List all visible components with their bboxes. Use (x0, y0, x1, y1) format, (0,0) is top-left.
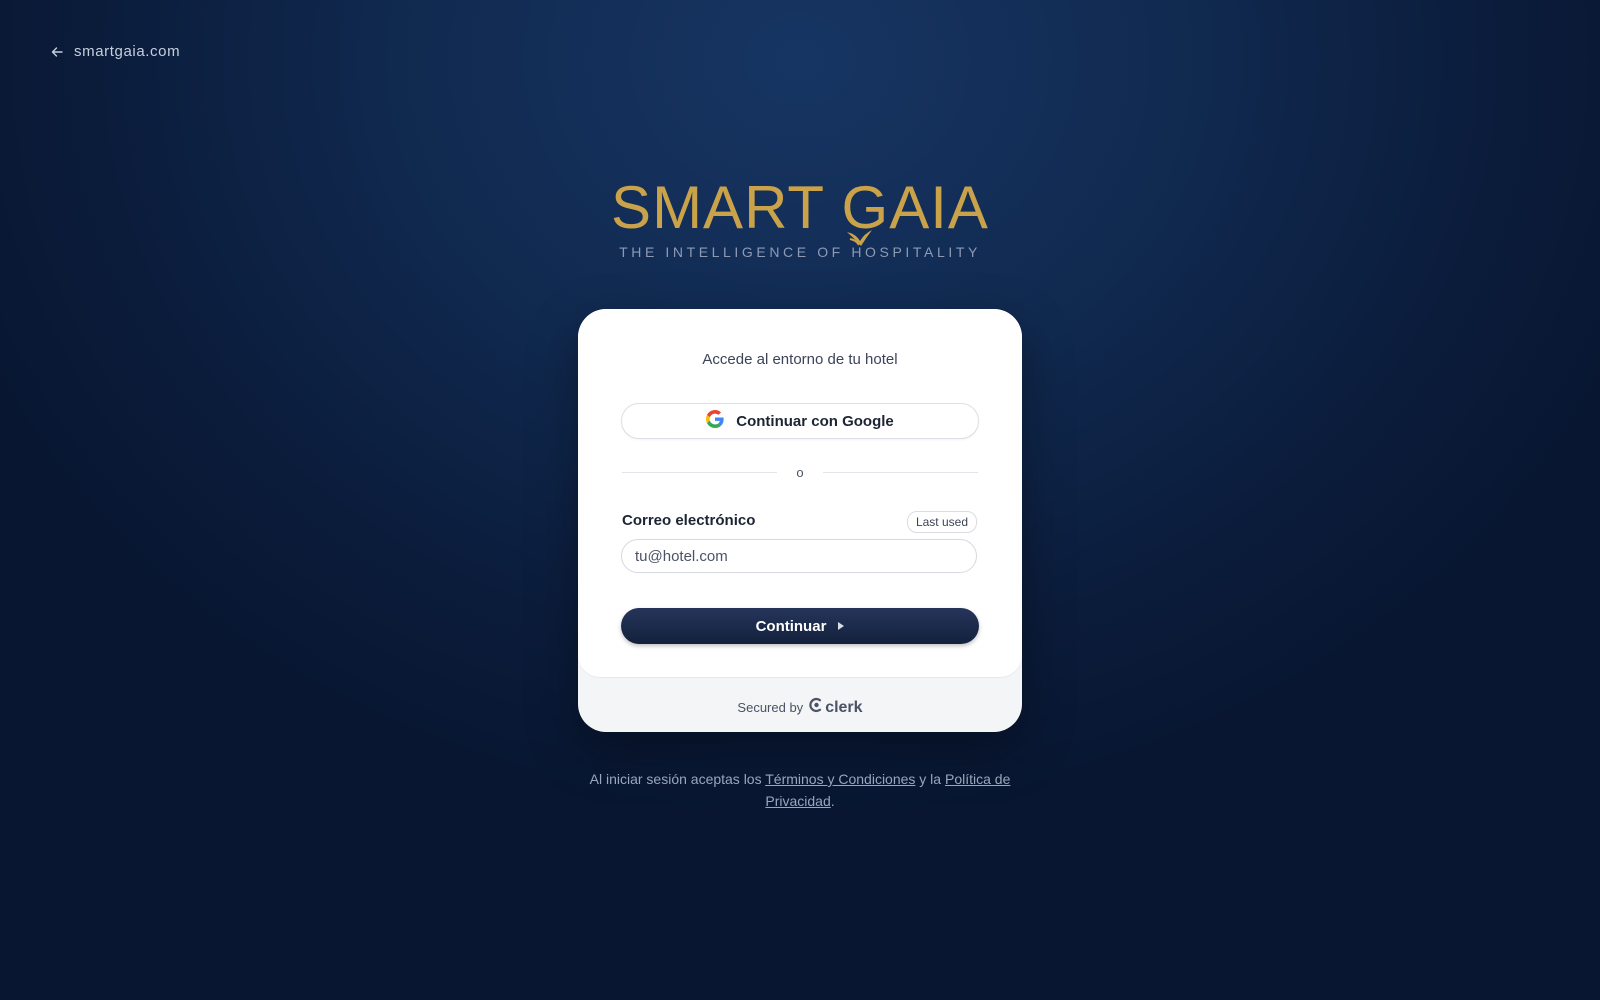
or-divider: o (622, 464, 978, 480)
google-icon (706, 410, 724, 432)
sign-in-card: Accede al entorno de tu hotel Continuar … (578, 309, 1022, 732)
email-label: Correo electrónico (622, 512, 756, 529)
clerk-logo[interactable]: clerk (809, 697, 863, 718)
brand-tagline: THE INTELLIGENCE OF HOSPITALITY (619, 244, 981, 260)
caret-right-icon (838, 622, 845, 630)
bird-icon (844, 196, 874, 268)
google-button-label: Continuar con Google (736, 412, 894, 430)
continue-button[interactable]: Continuar (621, 608, 979, 644)
brand-wordmark: SMART GAIA (611, 174, 989, 241)
terms-link[interactable]: Términos y Condiciones (765, 771, 915, 787)
divider-line-right (823, 471, 978, 473)
last-used-badge: Last used (906, 511, 977, 533)
divider-line-left (622, 471, 777, 473)
legal-suffix: . (830, 793, 835, 809)
back-link-label: smartgaia.com (74, 43, 181, 60)
card-subtitle: Accede al entorno de tu hotel (702, 351, 898, 368)
continue-with-google-button[interactable]: Continuar con Google (621, 403, 979, 439)
brand-logo: SMART GAIA THE INTELLIGENCE OF HOSPITALI… (0, 172, 1600, 260)
back-to-site-link[interactable]: smartgaia.com (50, 43, 180, 60)
clerk-icon (809, 697, 823, 718)
legal-notice: Al iniciar sesión aceptas los Términos y… (583, 768, 1017, 812)
secured-by-label: Secured by (737, 700, 804, 715)
legal-prefix: Al iniciar sesión aceptas los (589, 771, 766, 787)
divider-text: o (796, 464, 804, 480)
secured-by-footer: Secured by clerk (578, 697, 1022, 718)
arrow-left-icon (50, 45, 64, 59)
sign-in-card-body: Accede al entorno de tu hotel Continuar … (578, 309, 1022, 677)
legal-middle: y la (915, 771, 945, 787)
clerk-wordmark: clerk (825, 698, 863, 716)
email-field[interactable] (621, 539, 977, 573)
continue-button-label: Continuar (755, 617, 827, 635)
